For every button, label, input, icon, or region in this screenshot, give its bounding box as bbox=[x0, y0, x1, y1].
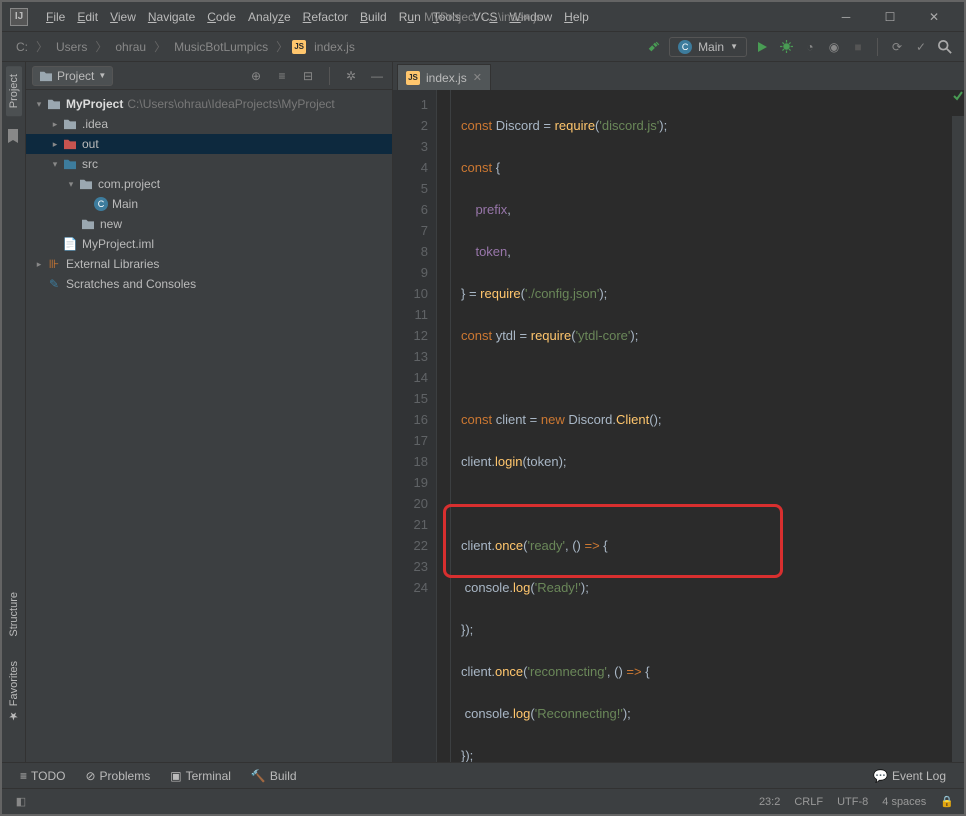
chevron-down-icon: ▼ bbox=[730, 42, 738, 51]
status-cursor-pos[interactable]: 23:2 bbox=[759, 796, 780, 808]
problems-icon: ⊘ bbox=[85, 769, 95, 783]
close-tab-icon[interactable]: ✕ bbox=[473, 71, 482, 84]
expand-all-icon[interactable]: ≡ bbox=[273, 67, 291, 85]
project-tree[interactable]: ▾ MyProject C:\Users\ohrau\IdeaProjects\… bbox=[26, 90, 392, 762]
project-view-selector[interactable]: Project ▼ bbox=[32, 66, 113, 86]
hide-panel-icon[interactable]: — bbox=[368, 67, 386, 85]
editor-tab-index[interactable]: JS index.js ✕ bbox=[397, 64, 491, 90]
stop-icon[interactable]: ■ bbox=[849, 38, 867, 56]
status-encoding[interactable]: UTF-8 bbox=[837, 796, 868, 808]
status-indent[interactable]: 4 spaces bbox=[882, 796, 926, 808]
tree-out-folder[interactable]: ▸ out bbox=[26, 134, 392, 154]
gear-icon[interactable]: ✲ bbox=[342, 67, 360, 85]
scratches-icon: ✎ bbox=[46, 276, 62, 292]
editor-tab-label: index.js bbox=[426, 71, 467, 85]
module-icon: 📄 bbox=[62, 236, 78, 252]
menu-run[interactable]: Run bbox=[393, 6, 427, 28]
menu-file[interactable]: File bbox=[40, 6, 71, 28]
folder-icon bbox=[39, 70, 53, 82]
project-panel: Project ▼ ⊕ ≡ ⊟ ✲ — ▾ MyProject C:\Users… bbox=[26, 62, 393, 762]
run-config-selector[interactable]: C Main ▼ bbox=[669, 37, 747, 57]
project-panel-title: Project bbox=[57, 69, 94, 83]
menu-build[interactable]: Build bbox=[354, 6, 393, 28]
bc-root[interactable]: C: bbox=[12, 38, 32, 56]
menu-edit[interactable]: Edit bbox=[71, 6, 104, 28]
tree-package[interactable]: ▾ com.project bbox=[26, 174, 392, 194]
status-line-ending[interactable]: CRLF bbox=[794, 796, 823, 808]
bc-4[interactable]: index.js bbox=[310, 38, 359, 56]
search-icon[interactable] bbox=[936, 38, 954, 56]
tree-project-root[interactable]: ▾ MyProject C:\Users\ohrau\IdeaProjects\… bbox=[26, 94, 392, 114]
tree-main-class[interactable]: C Main bbox=[26, 194, 392, 214]
todo-icon: ≡ bbox=[20, 769, 27, 783]
class-icon: C bbox=[94, 197, 108, 211]
code-content[interactable]: const Discord = require('discord.js'); c… bbox=[451, 90, 952, 762]
tree-iml-file[interactable]: 📄 MyProject.iml bbox=[26, 234, 392, 254]
update-icon[interactable]: ⟳ bbox=[888, 38, 906, 56]
build-tab[interactable]: 🔨Build bbox=[243, 767, 305, 785]
breadcrumb: C:〉 Users〉 ohrau〉 MusicBotLumpics〉 JS in… bbox=[12, 38, 359, 56]
problems-tab[interactable]: ⊘Problems bbox=[77, 767, 158, 785]
menu-code[interactable]: Code bbox=[201, 6, 242, 28]
window-title: MyProject - ...\index.js bbox=[424, 10, 542, 24]
tree-scratches[interactable]: ✎ Scratches and Consoles bbox=[26, 274, 392, 294]
left-tool-gutter: Project Structure ★ Favorites bbox=[2, 62, 26, 762]
editor-scrollbar[interactable] bbox=[952, 116, 964, 762]
event-log-icon: 💬 bbox=[873, 769, 888, 783]
commit-icon[interactable]: ✓ bbox=[912, 38, 930, 56]
locate-icon[interactable]: ⊕ bbox=[247, 67, 265, 85]
bc-3[interactable]: MusicBotLumpics bbox=[170, 38, 272, 56]
js-file-icon: JS bbox=[406, 71, 420, 85]
project-panel-header: Project ▼ ⊕ ≡ ⊟ ✲ — bbox=[26, 62, 392, 90]
structure-tool-tab[interactable]: Structure bbox=[6, 584, 22, 645]
todo-tab[interactable]: ≡TODO bbox=[12, 767, 73, 785]
main-body: Project Structure ★ Favorites Project ▼ … bbox=[2, 62, 964, 762]
maximize-button[interactable]: ☐ bbox=[868, 2, 912, 32]
window-controls: ─ ☐ ✕ bbox=[824, 2, 956, 32]
build-icon[interactable] bbox=[645, 38, 663, 56]
editor-tabs: JS index.js ✕ bbox=[393, 62, 964, 90]
bottom-tool-tabs: ≡TODO ⊘Problems ▣Terminal 🔨Build 💬Event … bbox=[2, 762, 964, 788]
libraries-icon: ⊪ bbox=[46, 256, 62, 272]
favorites-tool-tab[interactable]: ★ Favorites bbox=[5, 653, 22, 730]
code-editor[interactable]: 123456789101112131415161718192021222324 … bbox=[393, 90, 964, 762]
menu-view[interactable]: View bbox=[104, 6, 142, 28]
terminal-icon: ▣ bbox=[170, 769, 181, 783]
titlebar: IJ File Edit View Navigate Code Analyze … bbox=[2, 2, 964, 32]
coverage-icon[interactable]: ◔ bbox=[801, 38, 819, 56]
bc-2[interactable]: ohrau bbox=[111, 38, 150, 56]
fold-gutter[interactable] bbox=[437, 90, 451, 762]
line-numbers: 123456789101112131415161718192021222324 bbox=[393, 90, 437, 762]
js-file-icon: JS bbox=[292, 40, 306, 54]
run-config-label: Main bbox=[698, 40, 724, 54]
minimize-button[interactable]: ─ bbox=[824, 2, 868, 32]
terminal-tab[interactable]: ▣Terminal bbox=[162, 767, 239, 785]
right-toolbar: C Main ▼ ◔ ◉ ■ ⟳ ✓ bbox=[645, 37, 954, 57]
debug-button[interactable] bbox=[777, 38, 795, 56]
tree-new-folder[interactable]: new bbox=[26, 214, 392, 234]
profile-icon[interactable]: ◉ bbox=[825, 38, 843, 56]
bc-1[interactable]: Users bbox=[52, 38, 91, 56]
menu-refactor[interactable]: Refactor bbox=[297, 6, 354, 28]
build-icon: 🔨 bbox=[251, 769, 266, 783]
lock-icon[interactable]: 🔒 bbox=[940, 795, 954, 808]
navbar: C:〉 Users〉 ohrau〉 MusicBotLumpics〉 JS in… bbox=[2, 32, 964, 62]
class-icon: C bbox=[678, 40, 692, 54]
tree-src-folder[interactable]: ▾ src bbox=[26, 154, 392, 174]
event-log-tab[interactable]: 💬Event Log bbox=[865, 767, 954, 785]
tree-external-libs[interactable]: ▸ ⊪ External Libraries bbox=[26, 254, 392, 274]
editor-area: JS index.js ✕ 12345678910111213141516171… bbox=[393, 62, 964, 762]
collapse-all-icon[interactable]: ⊟ bbox=[299, 67, 317, 85]
menu-analyze[interactable]: Analyze bbox=[242, 6, 297, 28]
menu-navigate[interactable]: Navigate bbox=[142, 6, 201, 28]
menu-help[interactable]: Help bbox=[558, 6, 595, 28]
run-button[interactable] bbox=[753, 38, 771, 56]
status-panel-icon[interactable]: ◧ bbox=[12, 793, 30, 811]
tree-idea-folder[interactable]: ▸ .idea bbox=[26, 114, 392, 134]
bookmarks-tool-icon[interactable] bbox=[5, 128, 23, 146]
close-button[interactable]: ✕ bbox=[912, 2, 956, 32]
status-bar: ◧ 23:2 CRLF UTF-8 4 spaces 🔒 bbox=[2, 788, 964, 814]
project-tool-tab[interactable]: Project bbox=[6, 66, 22, 116]
app-icon: IJ bbox=[10, 8, 28, 26]
